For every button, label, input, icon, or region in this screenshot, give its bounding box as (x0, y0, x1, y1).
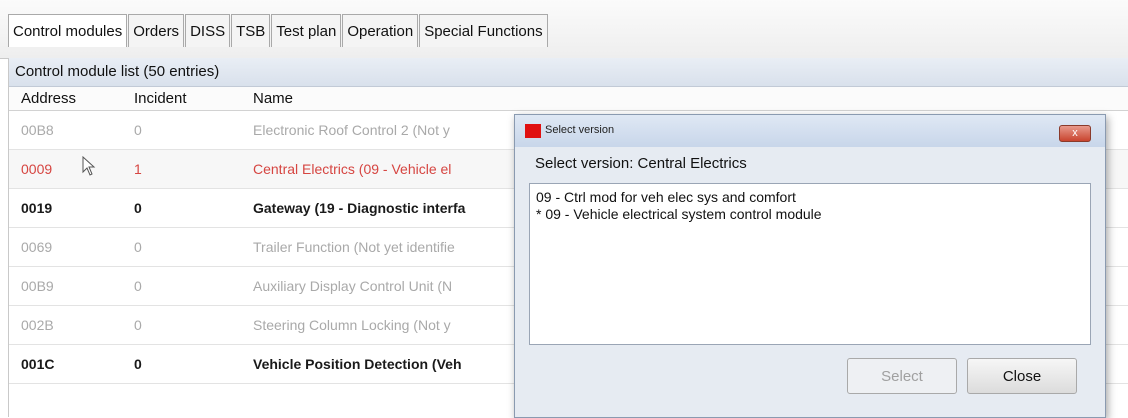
row-name: Vehicle Position Detection (Veh (253, 356, 462, 372)
close-icon[interactable]: x (1059, 125, 1091, 142)
column-header-row: Address Incident Name (9, 87, 1128, 111)
row-name: Auxiliary Display Control Unit (N (253, 278, 453, 294)
tab-bar: Control modules Orders DISS TSB Test pla… (0, 0, 1128, 59)
row-incident: 1 (134, 161, 142, 177)
row-address: 002B (21, 317, 54, 333)
row-name: Electronic Roof Control 2 (Not y (253, 122, 450, 138)
select-version-dialog: Select version x Select version: Central… (514, 114, 1106, 418)
row-address: 00B9 (21, 278, 54, 294)
row-address: 00B8 (21, 122, 54, 138)
row-incident: 0 (134, 200, 142, 216)
version-item[interactable]: * 09 - Vehicle electrical system control… (536, 206, 822, 222)
row-address: 0019 (21, 200, 53, 216)
close-button[interactable]: Close (967, 358, 1077, 394)
tab-test-plan[interactable]: Test plan (271, 14, 342, 47)
tab-operation[interactable]: Operation (342, 14, 419, 47)
row-name: Gateway (19 - Diagnostic interfa (253, 200, 466, 216)
tab-special-functions[interactable]: Special Functions (419, 14, 548, 47)
version-list[interactable]: 09 - Ctrl mod for veh elec sys and comfo… (529, 183, 1091, 345)
tabs: Control modules Orders DISS TSB Test pla… (8, 14, 549, 47)
row-incident: 0 (134, 356, 142, 372)
select-button[interactable]: Select (847, 358, 957, 394)
mouse-cursor-icon (82, 156, 96, 176)
row-address: 0069 (21, 239, 53, 255)
app-icon (525, 124, 541, 138)
row-address: 001C (21, 356, 55, 372)
row-incident: 0 (134, 122, 142, 138)
row-incident: 0 (134, 278, 142, 294)
tab-diss[interactable]: DISS (185, 14, 231, 47)
dialog-title: Select version (545, 124, 615, 136)
dialog-titlebar[interactable]: Select version x (515, 115, 1105, 147)
row-name: Trailer Function (Not yet identifie (253, 239, 455, 255)
tab-orders[interactable]: Orders (128, 14, 185, 47)
tab-tsb[interactable]: TSB (231, 14, 271, 47)
row-name: Steering Column Locking (Not y (253, 317, 451, 333)
row-incident: 0 (134, 317, 142, 333)
row-incident: 0 (134, 239, 142, 255)
control-module-list-header: Control module list (50 entries) (9, 58, 1128, 87)
tab-control-modules[interactable]: Control modules (8, 14, 128, 47)
column-address[interactable]: Address (21, 90, 76, 107)
dialog-heading: Select version: Central Electrics (535, 155, 747, 172)
version-item[interactable]: 09 - Ctrl mod for veh elec sys and comfo… (536, 189, 796, 205)
column-name[interactable]: Name (253, 90, 293, 107)
row-name: Central Electrics (09 - Vehicle el (253, 161, 452, 177)
row-address: 0009 (21, 161, 53, 177)
column-incident[interactable]: Incident (134, 90, 187, 107)
